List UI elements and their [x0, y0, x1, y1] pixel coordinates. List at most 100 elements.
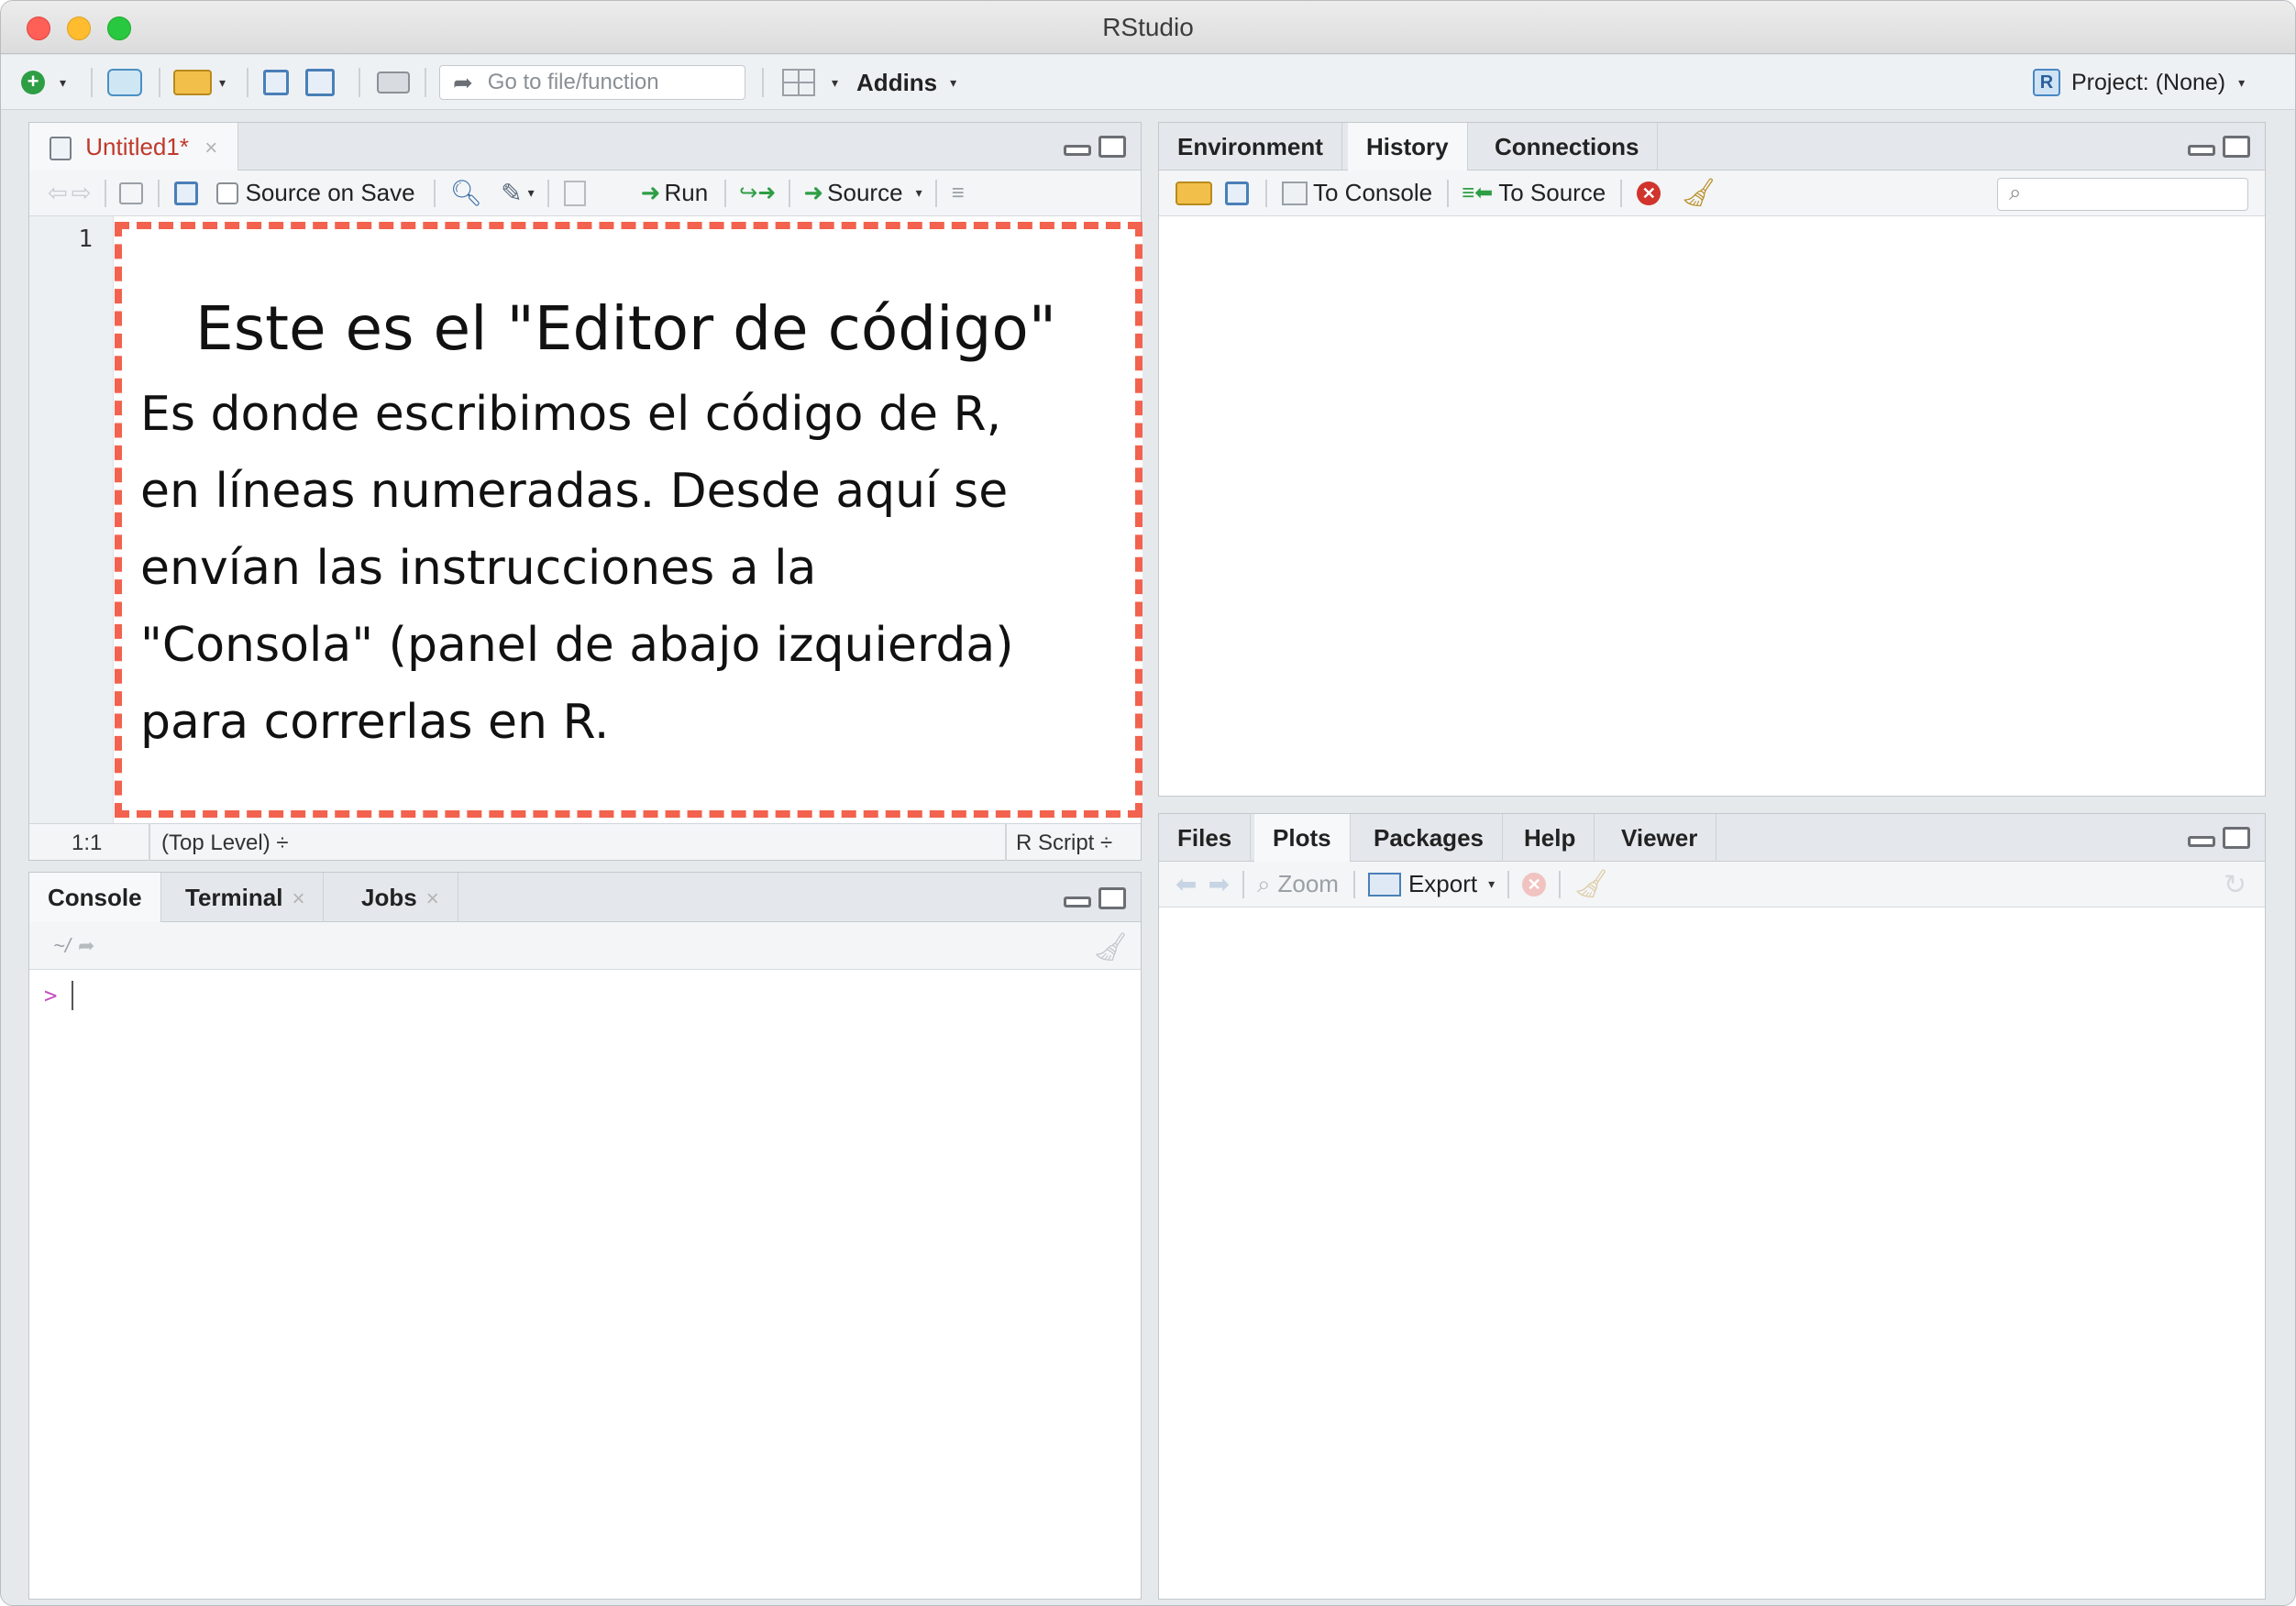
- outline-icon[interactable]: ≡: [952, 181, 965, 206]
- save-icon[interactable]: [173, 181, 198, 205]
- source-on-save-label[interactable]: Source on Save: [246, 179, 415, 207]
- zoom-window-button[interactable]: [107, 16, 131, 40]
- tab-label: Untitled1*: [85, 133, 189, 160]
- window-title: RStudio: [1102, 13, 1194, 41]
- to-console-icon: [1282, 181, 1308, 205]
- source-toolbar: ⇦ ⇨ Source on Save 🔍︎ ✎ ▾ ➜ Run ↪➜ ➜ Sou…: [29, 170, 1141, 216]
- previous-plot-icon[interactable]: ⬅: [1176, 869, 1197, 899]
- clear-plots-icon[interactable]: 🧹︎: [1573, 868, 1608, 900]
- tab-jobs[interactable]: Jobs ×: [343, 873, 458, 922]
- magic-wand-icon[interactable]: ✎: [501, 178, 522, 208]
- export-icon: [1367, 872, 1401, 896]
- tab-label: Plots: [1273, 824, 1331, 852]
- project-dropdown-icon[interactable]: ▾: [2238, 75, 2245, 91]
- new-file-dropdown-icon[interactable]: ▾: [60, 75, 66, 91]
- export-dropdown-icon[interactable]: ▾: [1488, 876, 1495, 892]
- annotation-body: Es donde escribimos el código de R, en l…: [140, 376, 1014, 761]
- close-tab-icon[interactable]: ×: [292, 886, 304, 911]
- zoom-button[interactable]: Zoom: [1278, 870, 1339, 898]
- forward-icon[interactable]: ⇨: [72, 179, 92, 207]
- tab-connections[interactable]: Connections: [1476, 123, 1659, 170]
- grid-layout-icon[interactable]: [782, 69, 815, 96]
- plot-area[interactable]: [1159, 908, 2265, 1599]
- tab-label: Environment: [1177, 133, 1323, 160]
- run-button[interactable]: Run: [664, 179, 708, 207]
- environment-pane: Environment History Connections To Conso…: [1158, 122, 2266, 797]
- layout-dropdown-icon[interactable]: ▾: [832, 75, 838, 91]
- tab-label: Viewer: [1621, 824, 1698, 852]
- open-dropdown-icon[interactable]: ▾: [219, 75, 226, 91]
- plots-window-controls[interactable]: [2188, 827, 2252, 849]
- back-icon[interactable]: ⇦: [48, 179, 68, 207]
- new-file-icon[interactable]: +: [21, 71, 45, 94]
- history-list[interactable]: [1159, 216, 2265, 796]
- go-to-directory-icon[interactable]: ➦: [78, 934, 94, 958]
- text-cursor: [72, 981, 73, 1010]
- project-menu[interactable]: Project: (None): [2071, 70, 2225, 96]
- rerun-icon[interactable]: ↪➜: [739, 180, 776, 206]
- tab-packages[interactable]: Packages: [1355, 814, 1503, 862]
- clear-history-icon[interactable]: 🧹︎: [1681, 177, 1716, 209]
- refresh-icon[interactable]: ↻: [2224, 869, 2246, 901]
- annotation-line: "Consola" (panel de abajo izquierda): [140, 618, 1014, 673]
- close-tab-icon[interactable]: ×: [204, 136, 217, 160]
- source-button[interactable]: Source: [827, 179, 902, 207]
- source-statusbar: 1:1 (Top Level) ÷ R Script ÷: [29, 823, 1141, 861]
- scope-selector[interactable]: (Top Level) ÷: [161, 830, 289, 856]
- next-plot-icon[interactable]: ➡: [1208, 869, 1229, 899]
- annotation-line: en líneas numeradas. Desde aquí se: [140, 464, 1009, 519]
- console-pathbar: ~/ ➦ 🧹︎: [29, 922, 1141, 970]
- save-history-icon[interactable]: [1225, 181, 1249, 205]
- tab-label: Help: [1524, 824, 1576, 852]
- env-tabbar: Environment History Connections: [1159, 123, 2265, 170]
- file-type-selector[interactable]: R Script ÷: [1016, 830, 1112, 856]
- addins-dropdown-icon[interactable]: ▾: [950, 75, 956, 91]
- new-project-icon[interactable]: [107, 69, 142, 96]
- code-tools-dropdown-icon[interactable]: ▾: [528, 185, 535, 201]
- tab-untitled1[interactable]: Untitled1* ×: [29, 123, 239, 170]
- source-window-controls[interactable]: [1064, 136, 1128, 158]
- goto-file-input[interactable]: ➦ Go to file/function: [439, 65, 745, 100]
- tab-files[interactable]: Files: [1159, 814, 1252, 862]
- tab-label: Connections: [1495, 133, 1639, 160]
- source-on-save-checkbox[interactable]: [215, 182, 238, 204]
- remove-entry-icon[interactable]: ✕: [1637, 181, 1661, 205]
- show-in-window-icon[interactable]: [118, 182, 143, 204]
- arrow-forward-icon: ➦: [453, 68, 473, 96]
- annotation-line: envían las instrucciones a la: [140, 541, 817, 596]
- to-console-button[interactable]: To Console: [1313, 179, 1432, 207]
- minimize-window-button[interactable]: [67, 16, 91, 40]
- history-toolbar: To Console ≡⬅ To Source ✕ 🧹︎ ⌕: [1159, 170, 2265, 216]
- save-all-icon[interactable]: [305, 69, 335, 96]
- export-button[interactable]: Export: [1408, 870, 1477, 898]
- addins-menu[interactable]: Addins: [856, 69, 937, 97]
- tab-help[interactable]: Help: [1506, 814, 1595, 862]
- tab-history[interactable]: History: [1348, 123, 1468, 170]
- compile-report-icon[interactable]: [563, 180, 586, 206]
- tab-label: Jobs: [361, 884, 417, 911]
- console-window-controls[interactable]: [1064, 887, 1128, 909]
- remove-plot-icon[interactable]: ✕: [1522, 872, 1547, 896]
- plots-toolbar: ⬅ ➡ ⌕ Zoom Export ▾ ✕ 🧹︎ ↻: [1159, 862, 2265, 908]
- print-icon[interactable]: [377, 72, 410, 94]
- to-source-button[interactable]: To Source: [1498, 179, 1606, 207]
- working-directory[interactable]: ~/: [53, 934, 71, 958]
- console-pane: Console Terminal × Jobs × ~/ ➦ 🧹︎ >: [28, 872, 1142, 1600]
- tab-label: Console: [48, 884, 142, 911]
- search-icon[interactable]: 🔍︎: [450, 178, 483, 208]
- tab-viewer[interactable]: Viewer: [1603, 814, 1717, 862]
- clear-console-icon[interactable]: 🧹︎: [1093, 931, 1128, 963]
- close-window-button[interactable]: [27, 16, 50, 40]
- source-dropdown-icon[interactable]: ▾: [916, 185, 922, 201]
- tab-plots[interactable]: Plots: [1254, 814, 1351, 862]
- tab-environment[interactable]: Environment: [1159, 123, 1342, 170]
- close-tab-icon[interactable]: ×: [426, 886, 439, 911]
- load-history-icon[interactable]: [1176, 181, 1212, 205]
- tab-terminal[interactable]: Terminal ×: [167, 873, 325, 922]
- tab-console[interactable]: Console: [29, 873, 161, 922]
- save-icon[interactable]: [263, 70, 289, 95]
- env-window-controls[interactable]: [2188, 136, 2252, 158]
- console-output[interactable]: >: [29, 970, 1141, 1599]
- history-search-input[interactable]: ⌕: [1997, 178, 2248, 211]
- open-file-icon[interactable]: [173, 70, 212, 95]
